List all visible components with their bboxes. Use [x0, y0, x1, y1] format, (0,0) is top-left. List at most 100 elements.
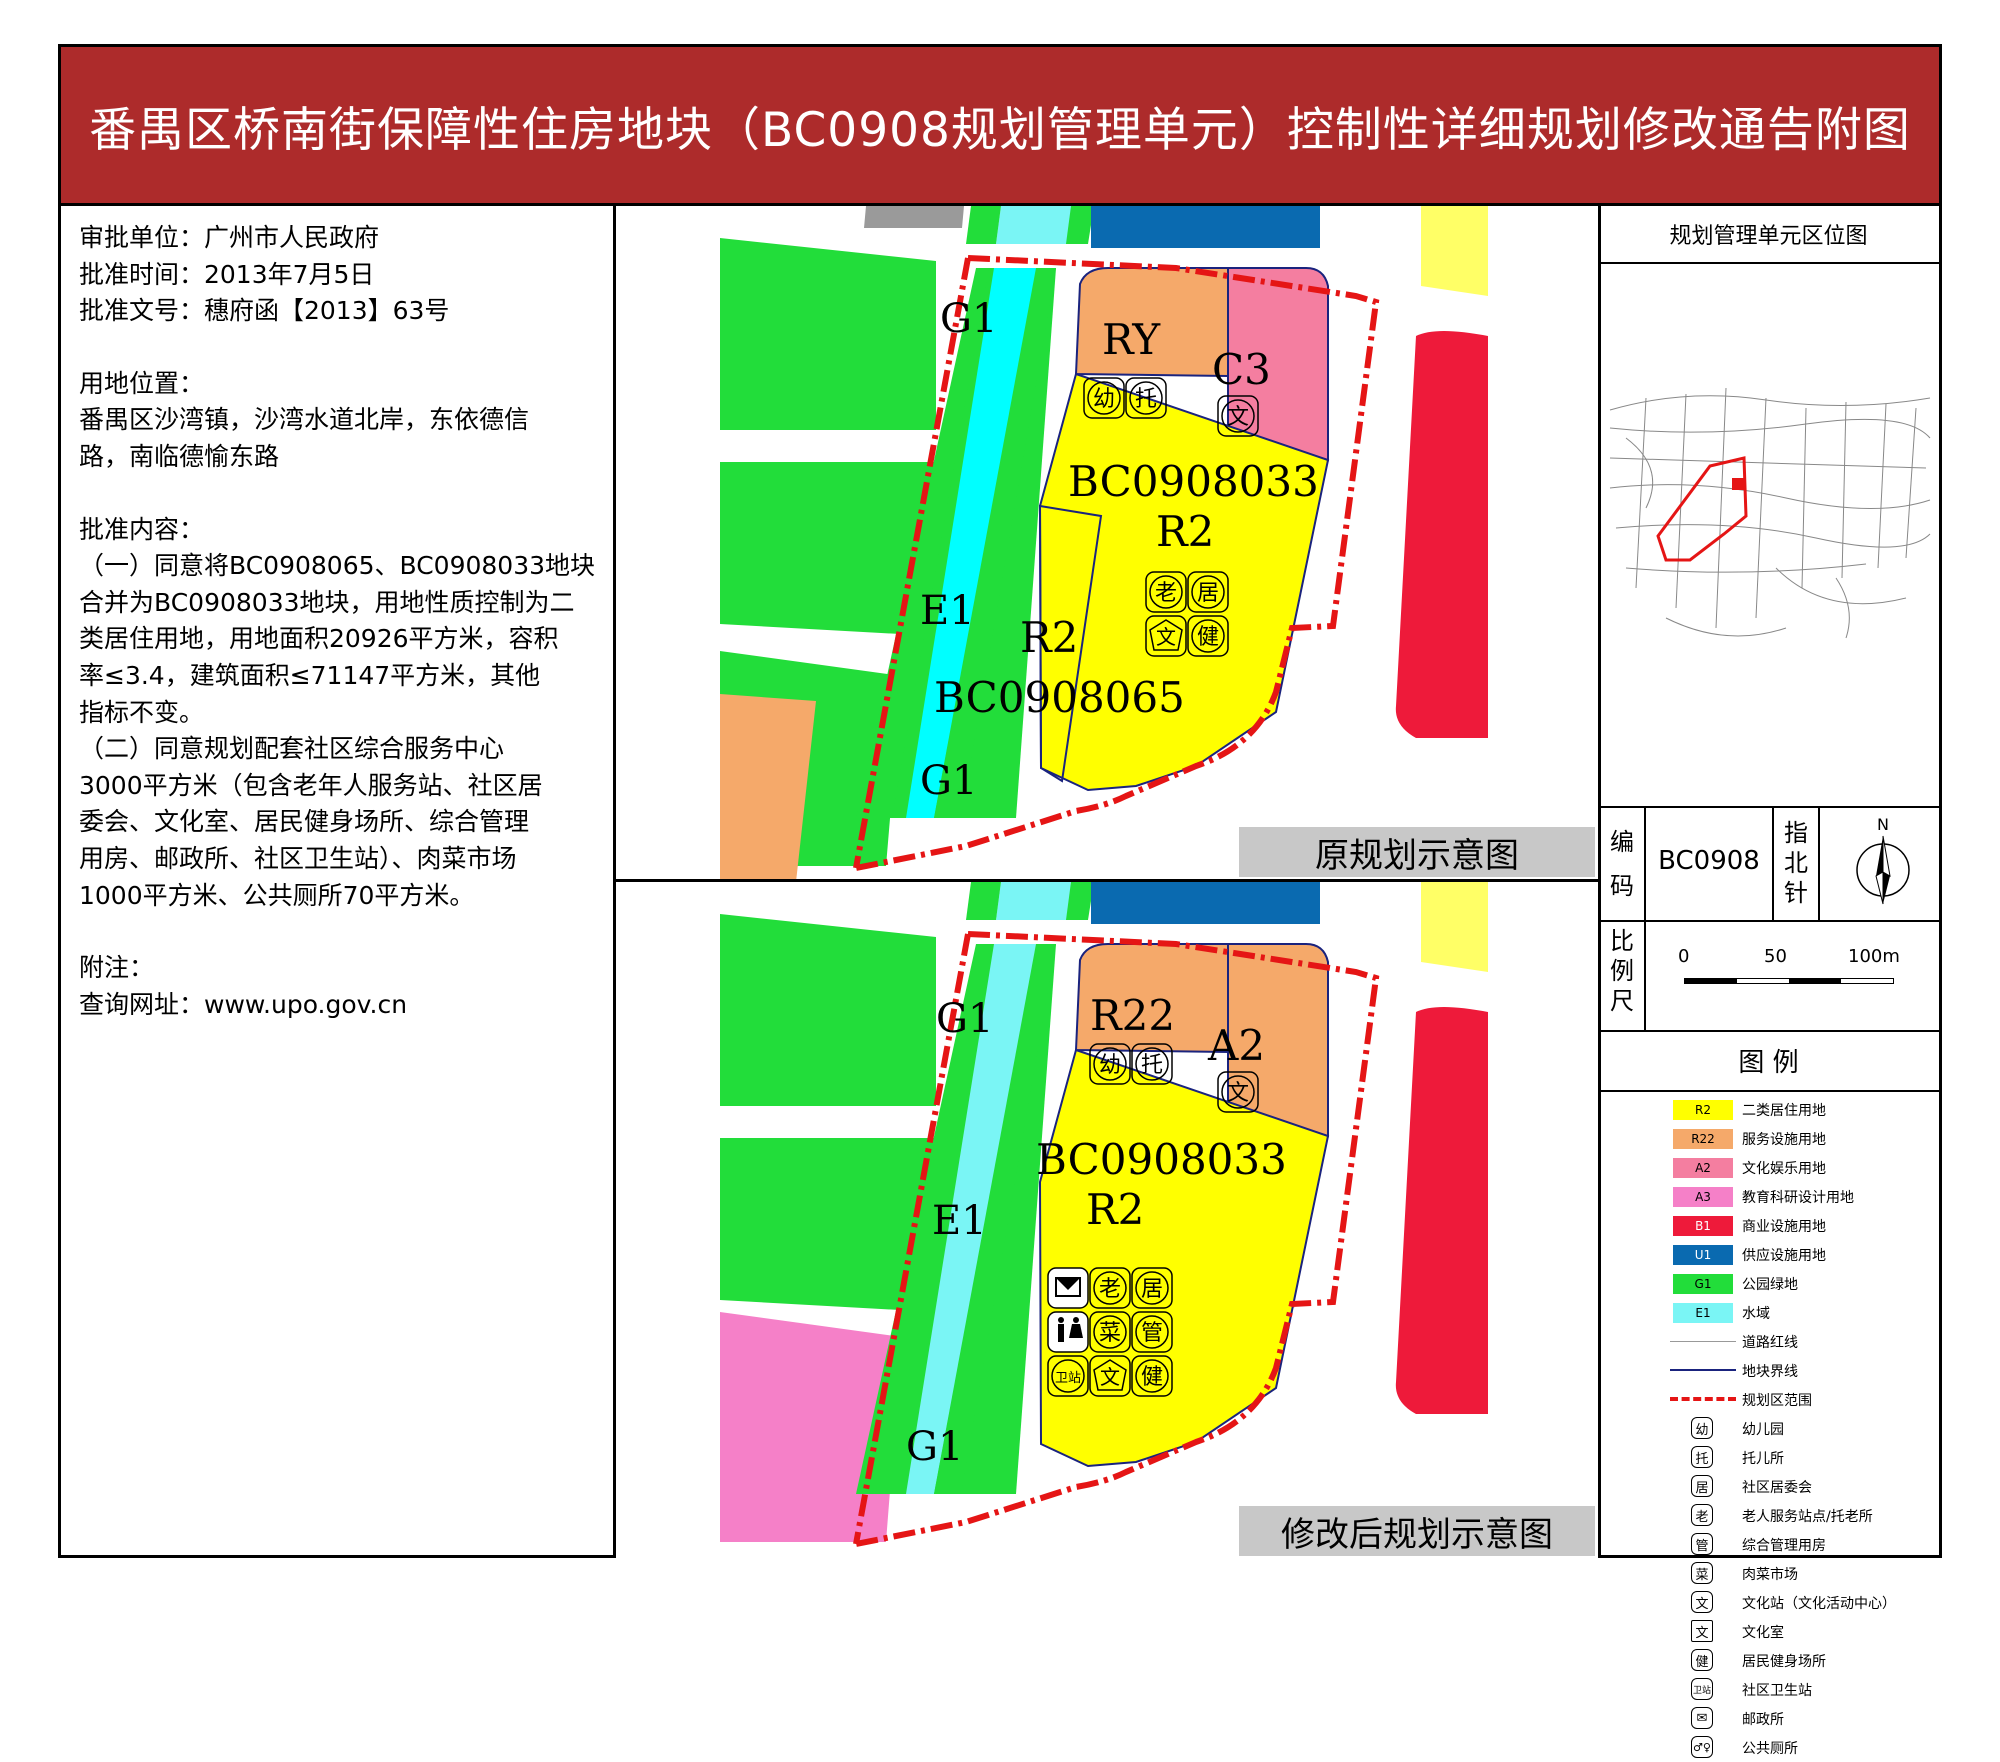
- commercial-lot: [1395, 1007, 1488, 1414]
- code-value: BC0908: [1658, 846, 1760, 876]
- site-marker: [1732, 478, 1744, 490]
- content-line: 类居住用地，用地面积20926平方米，容积: [79, 624, 559, 654]
- legend-swatch: A3: [1673, 1187, 1733, 1207]
- green-top-left: [966, 206, 1001, 244]
- management-room-icon: 管: [1691, 1533, 1713, 1555]
- legend-item: 幼 幼儿园: [1598, 1415, 1939, 1443]
- note-label: 附注：: [79, 953, 155, 983]
- green-block: [720, 238, 936, 430]
- river-top: [996, 882, 1071, 920]
- original-map-svg: G1 G1 E1 RY C3 BC0908033 R2 R2 BC0908065…: [720, 206, 1488, 879]
- svg-text:文: 文: [1227, 1081, 1249, 1106]
- north-arrow-icon: N: [1856, 815, 1910, 905]
- scale-tick: 0: [1678, 946, 1690, 967]
- legend-swatch: A2: [1673, 1158, 1733, 1178]
- kindergarten-icon: 幼: [1691, 1417, 1713, 1439]
- elderly-service-icon: 老: [1691, 1504, 1713, 1526]
- label-g1: G1: [936, 996, 993, 1042]
- svg-text:健: 健: [1197, 625, 1219, 650]
- legend-item: 文 文化室: [1598, 1618, 1939, 1646]
- title-banner: 番禺区桥南街保障性住房地块（BC0908规划管理单元）控制性详细规划修改通告附图: [58, 44, 1942, 206]
- content-label: 批准内容：: [79, 514, 205, 544]
- residents-committee-icon: 居: [1691, 1475, 1713, 1497]
- legend-item: U1 供应设施用地: [1598, 1241, 1939, 1269]
- location-line: 番禺区沙湾镇，沙湾水道北岸，东依德信: [79, 405, 530, 435]
- info-panel: 审批单位：广州市人民政府 批准时间：2013年7月5日 批准文号：穗府函【201…: [58, 206, 616, 1558]
- svg-text:幼: 幼: [1099, 1053, 1121, 1078]
- scale-bar: [1684, 978, 1894, 984]
- approval-doc: 批准文号：穗府函【2013】63号: [79, 296, 450, 326]
- toilet-icon: ♂♀: [1691, 1736, 1713, 1758]
- utility-lot: [1091, 206, 1320, 248]
- utility-lot: [1091, 882, 1320, 924]
- svg-text:居: 居: [1141, 1277, 1163, 1302]
- legend-item: R22 服务设施用地: [1598, 1125, 1939, 1153]
- legend-swatch: U1: [1673, 1245, 1733, 1265]
- scale-tick: 100m: [1848, 946, 1900, 967]
- content-line: 合并为BC0908033地块，用地性质控制为二: [79, 587, 575, 617]
- legend-item: 菜 肉菜市场: [1598, 1560, 1939, 1588]
- boundary-line-swatch: [1670, 1397, 1736, 1401]
- legend-item: 居 社区居委会: [1598, 1473, 1939, 1501]
- label-parcel-033: BC0908033: [1036, 1135, 1287, 1184]
- legend-item: 托 托儿所: [1598, 1444, 1939, 1472]
- svg-text:管: 管: [1141, 1321, 1163, 1346]
- green-top-left: [966, 882, 1001, 920]
- svg-text:托: 托: [1135, 387, 1157, 412]
- revised-map-svg: G1 G1 E1 R22 A2 BC0908033 R2 幼 托 文 老 居 菜…: [720, 882, 1488, 1547]
- fitness-icon: 健: [1691, 1649, 1713, 1671]
- label-e1: E1: [932, 1198, 987, 1244]
- code-row: 编码 BC0908 指北针 N: [1598, 806, 1939, 922]
- svg-text:卫站: 卫站: [1055, 1371, 1081, 1386]
- query-url: 查询网址：www.upo.gov.cn: [79, 989, 408, 1019]
- culture-station-icon: 文: [1691, 1591, 1713, 1613]
- legend-item: 老 老人服务站点/托老所: [1598, 1502, 1939, 1530]
- legend-item: E1 水域: [1598, 1299, 1939, 1327]
- parcel-line-swatch: [1670, 1369, 1736, 1371]
- original-plan-map: G1 G1 E1 RY C3 BC0908033 R2 R2 BC0908065…: [616, 206, 1601, 882]
- planning-unit-outline: [1656, 456, 1748, 562]
- legend-item: A2 文化娱乐用地: [1598, 1154, 1939, 1182]
- label-r22: R22: [1090, 991, 1175, 1040]
- label-parcel-033: BC0908033: [1068, 457, 1319, 506]
- legend-item: G1 公园绿地: [1598, 1270, 1939, 1298]
- legend-item: 文 文化站（文化活动中心）: [1598, 1589, 1939, 1617]
- legend-swatch: G1: [1673, 1274, 1733, 1294]
- scale-label: 比例尺: [1610, 927, 1634, 1015]
- content-line: 用房、邮政所、社区卫生站）、肉菜市场: [79, 843, 517, 873]
- nursery-icon: 托: [1691, 1446, 1713, 1468]
- original-map-caption: 原规划示意图: [1239, 827, 1595, 877]
- scale-row: 比例尺 0 50 100m: [1598, 918, 1939, 1032]
- legend-swatch: E1: [1673, 1303, 1733, 1323]
- legend-item: 健 居民健身场所: [1598, 1647, 1939, 1675]
- legend-item: 管 综合管理用房: [1598, 1531, 1939, 1559]
- culture-room-icon: 文: [1691, 1620, 1713, 1642]
- svg-text:菜: 菜: [1099, 1321, 1121, 1346]
- revised-map-caption: 修改后规划示意图: [1239, 1506, 1595, 1556]
- svg-text:文: 文: [1227, 405, 1249, 430]
- content-line: 率≤3.4，建筑面积≤71147平方米，其他: [79, 660, 541, 690]
- location-map-title: 规划管理单元区位图: [1598, 206, 1939, 264]
- health-station-icon: 卫站: [1691, 1678, 1713, 1700]
- code-label: 编码: [1610, 828, 1634, 900]
- legend-item: 道路红线: [1598, 1328, 1939, 1356]
- legend-item: ✉ 邮政所: [1598, 1705, 1939, 1733]
- svg-text:健: 健: [1141, 1365, 1163, 1390]
- content-line: 指标不变。: [79, 697, 205, 727]
- label-c3: C3: [1212, 345, 1271, 394]
- yellow-lot-ne: [1421, 882, 1488, 972]
- post-office-icon: [1047, 1267, 1089, 1309]
- label-a2: A2: [1207, 1021, 1265, 1070]
- location-map: [1609, 387, 1931, 639]
- label-r2: R2: [1156, 507, 1214, 556]
- approval-unit: 审批单位：广州市人民政府: [79, 223, 380, 252]
- scale-tick: 50: [1764, 946, 1787, 967]
- legend-item: R2 二类居住用地: [1598, 1096, 1939, 1124]
- page-title: 番禺区桥南街保障性住房地块（BC0908规划管理单元）控制性详细规划修改通告附图: [89, 102, 1911, 158]
- legend-item: B1 商业设施用地: [1598, 1212, 1939, 1240]
- info-sidebar: 规划管理单元区位图 编码 BC0908 指北针 N 比例尺 0 50 100m …: [1598, 206, 1942, 1758]
- svg-text:幼: 幼: [1093, 387, 1115, 412]
- content-line: 委会、文化室、居民健身场所、综合管理: [79, 807, 530, 837]
- river-top: [996, 206, 1071, 244]
- svg-text:居: 居: [1197, 581, 1219, 606]
